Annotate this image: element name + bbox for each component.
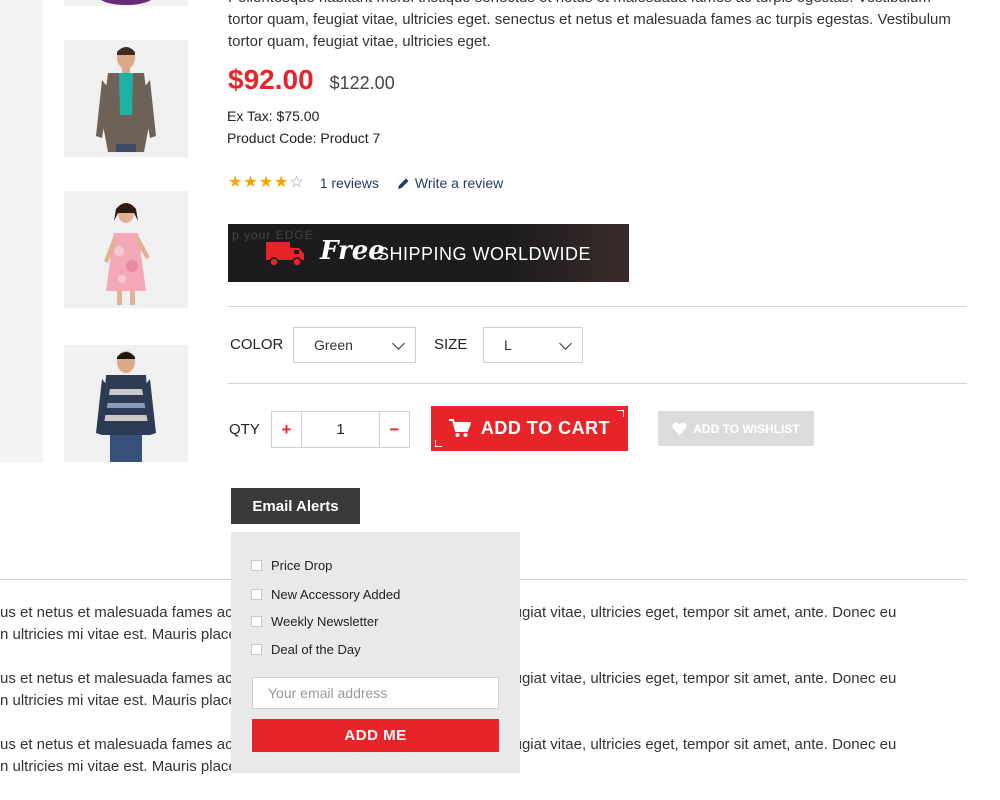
product-thumbnail-1[interactable] xyxy=(64,0,188,6)
email-alerts-panel: Price Drop New Accessory Added Weekly Ne… xyxy=(231,532,520,773)
alert-option-label: Deal of the Day xyxy=(271,642,361,657)
product-code: Product Code: Product 7 xyxy=(227,130,381,146)
alert-option-label: Weekly Newsletter xyxy=(271,614,379,629)
alert-option-new-accessory[interactable]: New Accessory Added xyxy=(251,587,400,602)
star-rating: ★ ★ ★ ★ ☆ xyxy=(228,174,304,192)
shopping-cart-icon xyxy=(448,419,471,437)
qty-label: QTY xyxy=(229,421,260,438)
left-sidebar-strip xyxy=(0,0,43,462)
corner-decoration xyxy=(435,440,442,447)
alert-option-deal-of-day[interactable]: Deal of the Day xyxy=(251,642,361,657)
color-label: COLOR xyxy=(230,336,284,353)
star-empty-icon: ☆ xyxy=(289,174,304,191)
star-filled-icon: ★ xyxy=(228,174,243,191)
email-field[interactable] xyxy=(252,677,499,709)
qty-increase-button[interactable]: + xyxy=(272,412,302,447)
quantity-stepper: + 1 − xyxy=(271,411,410,448)
divider xyxy=(228,306,967,307)
free-shipping-banner: p your EDGE Free SHIPPING WORLDWIDE xyxy=(228,224,629,282)
write-review-link[interactable]: Write a review xyxy=(397,175,503,191)
ex-tax: Ex Tax: $75.00 xyxy=(227,108,320,124)
checkbox[interactable] xyxy=(251,560,262,571)
size-label: SIZE xyxy=(434,336,468,353)
product-thumbnail-3[interactable] xyxy=(64,191,188,308)
write-review-label: Write a review xyxy=(414,175,504,191)
price-original: $122.00 xyxy=(329,73,395,93)
add-to-wishlist-label: ADD TO WISHLIST xyxy=(693,421,800,436)
star-filled-icon: ★ xyxy=(274,174,289,191)
product-thumbnail-2[interactable] xyxy=(64,40,188,157)
banner-free-text: Free xyxy=(320,236,385,266)
reviews-link[interactable]: 1 reviews xyxy=(320,175,379,191)
corner-decoration xyxy=(617,410,624,417)
product-thumbnail-4[interactable] xyxy=(64,345,188,462)
product-description: Pellentesque habitant morbi tristique se… xyxy=(228,0,951,50)
email-alerts-tab[interactable]: Email Alerts xyxy=(231,488,360,524)
star-filled-icon: ★ xyxy=(258,174,274,191)
color-select-value: Green xyxy=(314,337,353,353)
divider xyxy=(228,383,967,384)
price-current: $92.00 xyxy=(228,64,314,95)
checkbox[interactable] xyxy=(251,644,262,655)
truck-icon xyxy=(266,242,304,267)
chevron-down-icon xyxy=(392,337,405,350)
checkbox[interactable] xyxy=(251,616,262,627)
color-select[interactable]: Green xyxy=(293,327,416,363)
qty-decrease-button[interactable]: − xyxy=(379,412,409,447)
alert-option-label: New Accessory Added xyxy=(271,587,401,602)
alert-option-label: Price Drop xyxy=(271,558,333,573)
add-to-cart-label: ADD TO CART xyxy=(480,418,611,438)
heart-icon xyxy=(672,422,687,435)
add-me-button[interactable]: ADD ME xyxy=(252,719,499,752)
size-select[interactable]: L xyxy=(483,327,583,363)
size-select-value: L xyxy=(504,337,512,353)
checkbox[interactable] xyxy=(251,589,262,600)
star-filled-icon: ★ xyxy=(243,174,258,191)
alert-option-price-drop[interactable]: Price Drop xyxy=(251,558,332,573)
add-to-wishlist-button[interactable]: ADD TO WISHLIST xyxy=(658,411,814,446)
banner-shipping-text: SHIPPING WORLDWIDE xyxy=(377,244,592,264)
price-row: $92.00 $122.00 xyxy=(228,64,395,96)
add-to-cart-button[interactable]: ADD TO CART xyxy=(431,406,628,451)
qty-input[interactable]: 1 xyxy=(302,412,379,447)
pencil-icon xyxy=(397,178,409,189)
rating-row: ★ ★ ★ ★ ☆ 1 reviews Write a review xyxy=(228,174,503,192)
chevron-down-icon xyxy=(559,337,572,350)
alert-option-weekly-newsletter[interactable]: Weekly Newsletter xyxy=(251,614,378,629)
